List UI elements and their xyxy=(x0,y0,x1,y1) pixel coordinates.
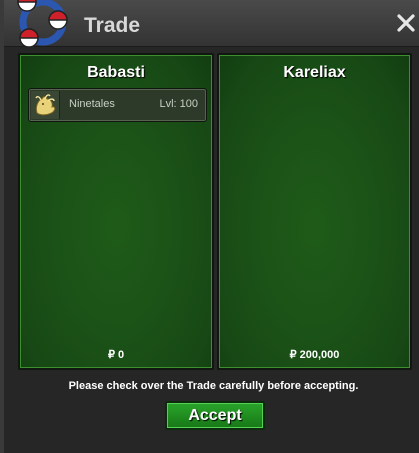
currency-symbol: ₽ xyxy=(289,349,297,361)
player-name: Babasti xyxy=(87,64,145,81)
item-name: Ninetales xyxy=(69,98,115,110)
pokeball-logo-icon xyxy=(17,0,68,48)
your-offer-panel: Babasti Ninetales Lvl: 100 ₽0 xyxy=(18,53,214,370)
ninetales-icon xyxy=(35,94,56,116)
money-value: 200,000 xyxy=(299,349,340,361)
player-name: Kareliax xyxy=(283,64,346,81)
accept-button[interactable]: Accept xyxy=(165,401,265,430)
trade-item-slot[interactable]: Ninetales Lvl: 100 xyxy=(28,88,207,122)
item-icon-frame xyxy=(31,91,60,119)
titlebar[interactable]: Trade xyxy=(4,0,419,48)
their-offer-panel: Kareliax ₽200,000 xyxy=(217,53,412,370)
trade-notice: Please check over the Trade carefully be… xyxy=(68,380,359,392)
trade-window: Trade Babasti Ninetales Lvl: 100 ₽0 Kare… xyxy=(0,0,419,453)
item-level: Lvl: 100 xyxy=(159,98,198,110)
currency-symbol: ₽ xyxy=(107,349,115,361)
money-amount: ₽200,000 xyxy=(219,348,410,361)
window-title: Trade xyxy=(84,14,141,37)
money-value: 0 xyxy=(117,349,125,361)
money-amount: ₽0 xyxy=(20,348,212,361)
close-icon[interactable] xyxy=(395,12,417,34)
